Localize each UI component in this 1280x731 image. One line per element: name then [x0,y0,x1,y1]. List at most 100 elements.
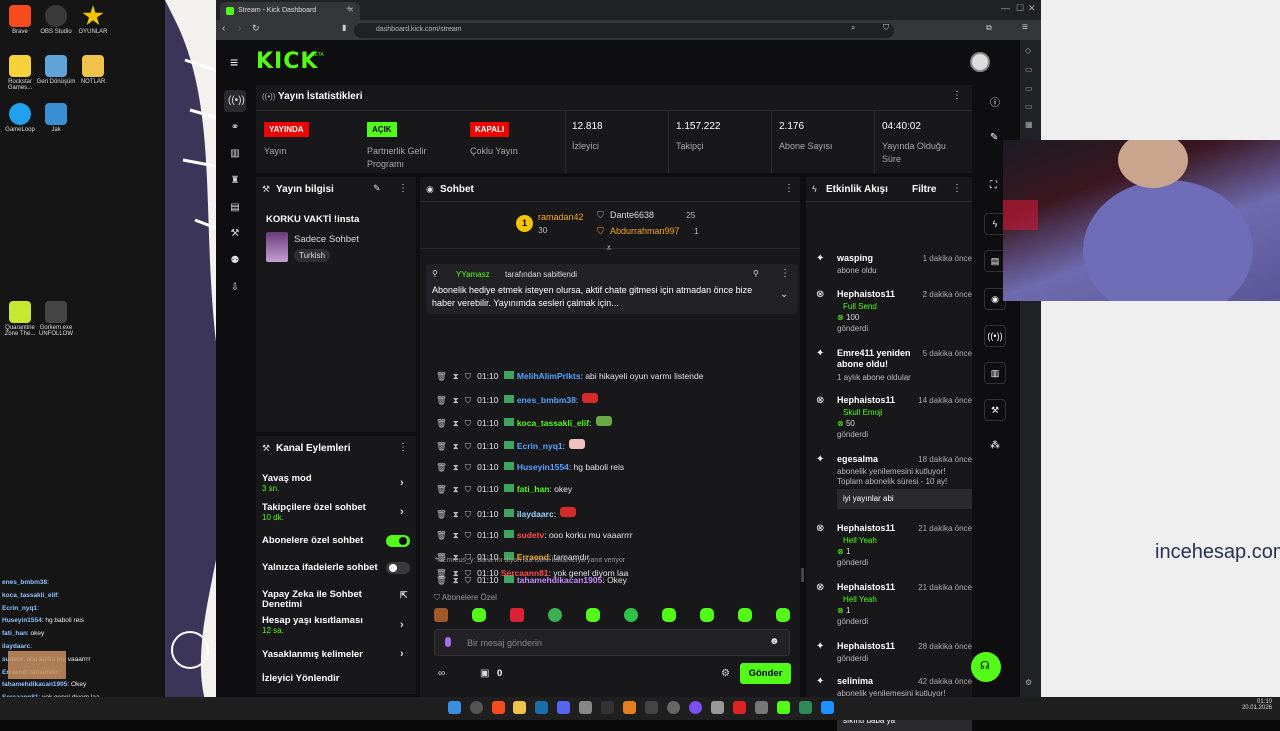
activity-name[interactable]: Emre411 yeniden abone oldu! [837,348,917,370]
delete-icon[interactable]: 🗑︎ [436,484,447,494]
chat-username[interactable]: enes_bmbm38 [517,395,576,405]
activity-name[interactable]: wasping [837,253,917,264]
chat-username[interactable]: Sercaann81 [501,568,549,578]
trophy-icon[interactable]: ♜ [228,175,242,189]
settings-gear-icon[interactable]: ⚙ [721,668,730,679]
app-taskbar-icon[interactable] [689,701,702,714]
ban-icon[interactable]: ⛉ [465,395,471,405]
emoji-icon[interactable]: ☻ [769,636,780,647]
jak-desktop-icon[interactable]: Jak [36,103,76,133]
obs-desktop-icon[interactable]: OBS Studio [36,5,76,35]
recycle-bin-icon[interactable]: Geri Dönüşüm [36,55,76,85]
chat-username[interactable]: MelihAlimPrlkts [517,371,581,381]
followers-only-row[interactable]: Takipçilere özel sohbet 10 dk. › [262,502,412,522]
chat-message[interactable]: 🗑︎ ⧗ ⛉ 01:10 sudetv: ooo korku mu vaaarrrr [436,530,796,546]
gorkem-desktop-icon[interactable]: Gorkem.exe UNFOLLOW [36,301,76,337]
mic-icon[interactable] [445,637,451,647]
maximize-icon[interactable]: ☐ [1016,3,1024,14]
ban-icon[interactable]: ⛉ [465,530,471,540]
new-tab-icon[interactable]: + [346,4,352,15]
app-taskbar-icon[interactable] [579,701,592,714]
ban-icon[interactable]: ⛉ [465,462,471,472]
leader-name-3[interactable]: Abdurrahman997 [610,226,680,236]
zoom-icon[interactable]: ⌕ [851,23,855,33]
chat-username[interactable]: koca_tassakli_elif [517,418,589,428]
support-button[interactable]: ☊ [971,652,1001,682]
app-taskbar-icon[interactable] [711,701,724,714]
extensions-icon[interactable]: ⧉ [986,23,992,33]
link-icon[interactable]: ⚭ [228,122,242,136]
sidebar-icon[interactable]: ▦ [1025,120,1033,129]
layout-tool-button[interactable]: ▥ [984,362,1006,384]
sidebar-icon[interactable]: ▭ [1025,65,1033,74]
reload-icon[interactable]: ↻ [252,23,260,34]
timeout-icon[interactable]: ⧗ [453,418,459,428]
app-taskbar-icon[interactable] [821,701,834,714]
chat-message[interactable]: 🗑︎ ⧗ ⛉ 01:10 Huseyin1554: hg baboli reis [436,462,796,478]
delete-icon[interactable]: 🗑︎ [436,509,447,519]
chat-username[interactable]: Huseyin1554 [517,462,569,472]
emote-icon[interactable] [510,608,524,622]
slow-mode-row[interactable]: Yavaş mod 3 sn. › [262,473,412,493]
activity-name[interactable]: egesalma [837,454,917,465]
stats-more-icon[interactable]: ⋮ [952,90,962,101]
kick-logo[interactable]: KICK [256,49,318,74]
notlar-folder-icon[interactable]: NOTLAR [73,55,113,85]
search-icon[interactable] [470,701,483,714]
delete-icon[interactable]: 🗑︎ [436,568,447,578]
chat-username[interactable]: fati_han [517,484,550,494]
filter-button[interactable]: Filtre [912,184,936,195]
stream-info-more-icon[interactable]: ⋮ [398,183,408,194]
wrench-icon[interactable]: ⚒ [228,228,242,242]
sidebar-settings-icon[interactable]: ⚙ [1025,678,1032,687]
timeout-icon[interactable]: ⧗ [453,371,459,381]
timeout-icon[interactable]: ⧗ [453,568,459,578]
emote-icon[interactable] [434,608,448,622]
steam-taskbar-icon[interactable] [535,701,548,714]
language-tag[interactable]: Turkish [294,249,330,262]
loop-icon[interactable]: ∞ [438,668,445,679]
unpin-icon[interactable]: ⚲ [753,269,759,278]
emote-icon[interactable] [662,608,676,622]
forward-icon[interactable]: › [238,23,241,34]
obs-taskbar-icon[interactable] [667,701,680,714]
rockstar-desktop-icon[interactable]: Rockstar Games... [0,55,40,91]
close-window-icon[interactable]: ✕ [1028,3,1036,14]
pencil-icon[interactable]: ✎ [990,132,998,143]
chat-message[interactable]: 🗑︎ ⧗ ⛉ 01:10 koca_tassakli_elif: [436,416,796,432]
info-icon[interactable]: ⓘ [990,94,1000,109]
brave-taskbar-icon[interactable] [492,701,505,714]
brave-desktop-icon[interactable]: Brave [0,5,40,35]
chevron-down-icon[interactable]: ⌄ [780,289,788,300]
ban-icon[interactable]: ⛉ [465,484,471,494]
chat-input[interactable]: Bir mesaj gönderin ☻ [434,629,790,656]
kick-taskbar-icon[interactable] [777,701,790,714]
timeout-icon[interactable]: ⧗ [453,484,459,494]
ban-icon[interactable]: ⛉ [465,509,471,519]
chat-message[interactable]: 🗑︎ ⧗ ⛉ 01:10 MelihAlimPrlkts: abi hikayeli … [436,371,796,387]
folder-taskbar-icon[interactable] [513,701,526,714]
sidebar-icon[interactable]: ▭ [1025,84,1033,93]
delete-icon[interactable]: 🗑︎ [436,462,447,472]
back-icon[interactable]: ‹ [222,23,225,34]
activity-name[interactable]: Hephaistos11 [837,582,917,593]
activity-more-icon[interactable]: ⋮ [952,183,962,194]
emote-icon[interactable] [586,608,600,622]
chat-more-icon[interactable]: ⋮ [784,183,794,194]
app-taskbar-icon[interactable] [733,701,746,714]
chat-message[interactable]: 🗑︎ ⧗ ⛉ 01:10 enes_bmbm38: [436,393,796,409]
chat-username[interactable]: ilaydaarc [517,509,554,519]
timeout-icon[interactable]: ⧗ [453,441,459,451]
oyunlar-desktop-icon[interactable]: OYUNLAR [73,5,113,35]
chest-icon[interactable]: ▣ [480,668,489,679]
chart-icon[interactable]: ▥ [228,148,242,162]
emote-icon[interactable] [776,608,790,622]
discord-taskbar-icon[interactable] [557,701,570,714]
activity-name[interactable]: Hephaistos11 [837,395,917,406]
shield-icon[interactable]: ⛉ [883,23,889,33]
emote-only-toggle[interactable] [386,562,410,574]
timeout-icon[interactable]: ⧗ [453,395,459,405]
dots-tool-icon[interactable]: ⁂ [990,440,1000,451]
bookmark-icon[interactable]: ▮ [342,23,346,32]
ban-icon[interactable]: ⛉ [465,441,471,451]
